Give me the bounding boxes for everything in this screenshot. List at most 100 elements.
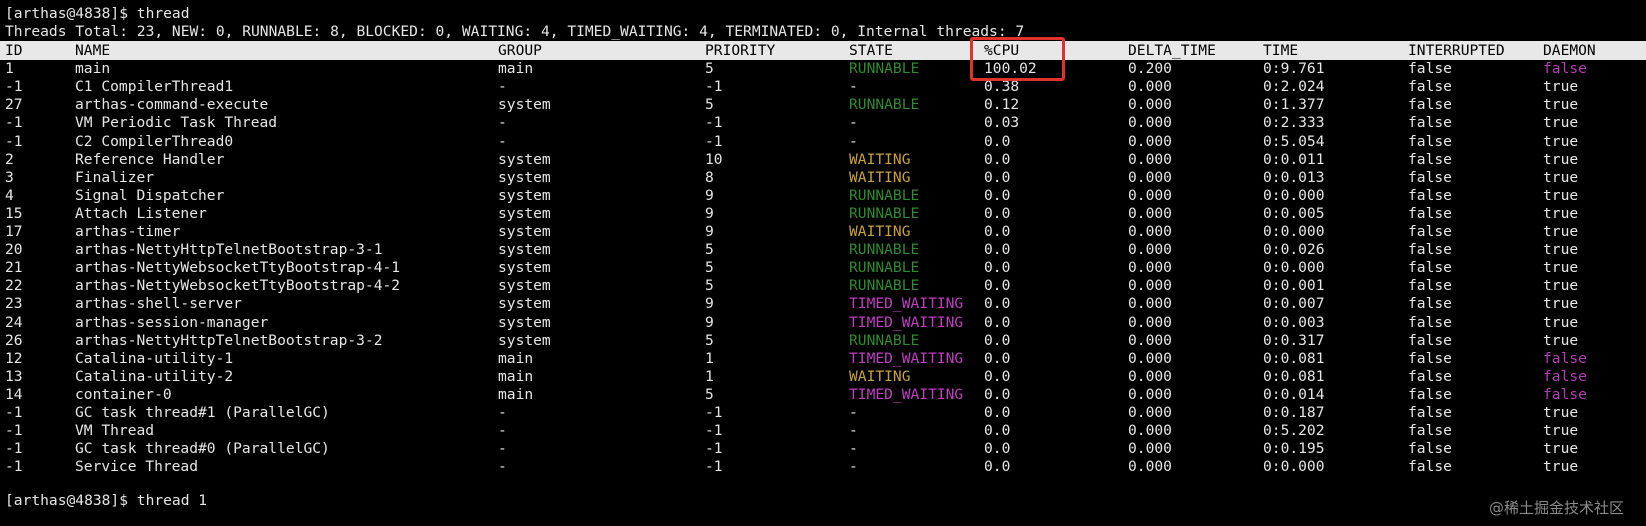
table-header-row: ID NAME GROUP PRIORITY STATE %CPU DELTA_TIME TI… bbox=[0, 41, 1646, 60]
table-row: -1 C2 CompilerThread0 - -1 - 0.0 0.000 0:5.054 f… bbox=[0, 132, 1646, 151]
cell-group: system bbox=[498, 259, 551, 277]
cell-name: VM Thread bbox=[75, 422, 155, 440]
cell-delta-time: 0.000 bbox=[1128, 132, 1172, 150]
cell-time: 0:0.000 bbox=[1263, 458, 1325, 476]
cell-cpu: 0.0 bbox=[984, 349, 1011, 367]
cell-group: system bbox=[498, 313, 551, 331]
cell-name: Service Thread bbox=[75, 458, 199, 476]
cell-cpu: 0.0 bbox=[984, 385, 1011, 403]
column-header-id: ID bbox=[5, 42, 23, 59]
cell-daemon: true bbox=[1543, 331, 1579, 349]
cell-interrupted: false bbox=[1408, 96, 1452, 114]
cell-group: system bbox=[498, 186, 551, 204]
cell-id: -1 bbox=[5, 404, 23, 421]
cell-name: Reference Handler bbox=[75, 150, 225, 168]
cell-time: 0:0.001 bbox=[1263, 277, 1325, 295]
cell-group: - bbox=[498, 440, 507, 458]
column-header-daemon: DAEMON bbox=[1543, 42, 1596, 59]
cell-id: 4 bbox=[5, 186, 14, 204]
cell-group: system bbox=[498, 96, 551, 114]
cell-name: main bbox=[75, 60, 111, 78]
cell-interrupted: false bbox=[1408, 277, 1452, 295]
cell-delta-time: 0.000 bbox=[1128, 458, 1172, 476]
table-row: -1 Service Thread - -1 - 0.0 0.000 0:0.000 false… bbox=[0, 457, 1646, 476]
cell-daemon: true bbox=[1543, 404, 1579, 421]
cell-priority: 5 bbox=[705, 331, 714, 349]
cell-name: Catalina-utility-1 bbox=[75, 349, 234, 367]
cell-priority: 10 bbox=[705, 150, 723, 168]
cell-cpu: 0.0 bbox=[984, 132, 1011, 150]
cell-cpu: 0.03 bbox=[984, 114, 1020, 132]
cell-daemon: true bbox=[1543, 223, 1579, 240]
cell-state: - bbox=[849, 132, 858, 150]
cell-priority: -1 bbox=[705, 114, 723, 132]
cell-cpu: 0.0 bbox=[984, 331, 1011, 349]
cell-daemon: true bbox=[1543, 114, 1579, 132]
cell-group: - bbox=[498, 78, 507, 96]
cell-priority: 5 bbox=[705, 277, 714, 295]
cell-interrupted: false bbox=[1408, 440, 1452, 458]
cell-daemon: false bbox=[1543, 349, 1587, 367]
cell-daemon: true bbox=[1543, 150, 1579, 168]
cell-interrupted: false bbox=[1408, 295, 1452, 313]
cell-interrupted: false bbox=[1408, 422, 1452, 440]
cell-id: -1 bbox=[5, 132, 23, 150]
table-row: 22 arthas-NettyWebsocketTtyBootstrap-4-2 s… bbox=[0, 276, 1646, 295]
cell-priority: 5 bbox=[705, 241, 714, 259]
cell-interrupted: false bbox=[1408, 367, 1452, 385]
cell-priority: 5 bbox=[705, 60, 714, 78]
table-row: 21 arthas-NettyWebsocketTtyBootstrap-4-1 s… bbox=[0, 258, 1646, 277]
cell-interrupted: false bbox=[1408, 313, 1452, 331]
cell-interrupted: false bbox=[1408, 150, 1452, 168]
cell-cpu: 0.12 bbox=[984, 96, 1020, 114]
column-header-state: STATE bbox=[849, 42, 893, 59]
cell-interrupted: false bbox=[1408, 132, 1452, 150]
cell-priority: 9 bbox=[705, 204, 714, 222]
cell-cpu: 0.0 bbox=[984, 259, 1011, 277]
cell-time: 0:0.195 bbox=[1263, 440, 1325, 458]
cell-id: 20 bbox=[5, 241, 23, 259]
cell-state: - bbox=[849, 78, 858, 96]
table-row: 20 arthas-NettyHttpTelnetBootstrap-3-1 sys… bbox=[0, 240, 1646, 259]
cell-priority: 1 bbox=[705, 367, 714, 385]
table-row: 4 Signal Dispatcher system 9 RUNNABLE 0.0 0.00… bbox=[0, 186, 1646, 205]
table-row: 14 container-0 main 5 TIMED_WAITING 0.0 0.000 0… bbox=[0, 385, 1646, 404]
cell-interrupted: false bbox=[1408, 458, 1452, 476]
cell-daemon: true bbox=[1543, 132, 1579, 150]
cell-id: 14 bbox=[5, 385, 23, 403]
column-header-priority: PRIORITY bbox=[705, 42, 776, 59]
cell-priority: -1 bbox=[705, 458, 723, 476]
cell-id: 3 bbox=[5, 168, 14, 186]
cell-priority: -1 bbox=[705, 422, 723, 440]
cell-time: 0:0.081 bbox=[1263, 349, 1325, 367]
cell-name: arthas-command-execute bbox=[75, 96, 269, 114]
cell-name: arthas-NettyHttpTelnetBootstrap-3-2 bbox=[75, 331, 383, 349]
cell-interrupted: false bbox=[1408, 114, 1452, 132]
cell-delta-time: 0.000 bbox=[1128, 440, 1172, 458]
cell-id: -1 bbox=[5, 114, 23, 132]
cell-interrupted: false bbox=[1408, 404, 1452, 421]
cell-group: main bbox=[498, 385, 534, 403]
cell-time: 0:0.000 bbox=[1263, 223, 1325, 240]
cell-name: VM Periodic Task Thread bbox=[75, 114, 278, 132]
cell-state: WAITING bbox=[849, 367, 911, 385]
cell-delta-time: 0.000 bbox=[1128, 277, 1172, 295]
cell-interrupted: false bbox=[1408, 78, 1452, 96]
table-row: -1 VM Thread - -1 - 0.0 0.000 0:5.202 false true bbox=[0, 421, 1646, 440]
cell-name: arthas-shell-server bbox=[75, 295, 242, 313]
cell-priority: -1 bbox=[705, 132, 723, 150]
cell-state: TIMED_WAITING bbox=[849, 295, 964, 313]
cell-daemon: false bbox=[1543, 385, 1587, 403]
cell-priority: 9 bbox=[705, 186, 714, 204]
cell-id: 23 bbox=[5, 295, 23, 313]
cell-name: arthas-NettyHttpTelnetBootstrap-3-1 bbox=[75, 241, 383, 259]
cell-cpu: 0.0 bbox=[984, 223, 1011, 240]
cell-daemon: true bbox=[1543, 295, 1579, 313]
cell-state: RUNNABLE bbox=[849, 186, 920, 204]
cell-name: container-0 bbox=[75, 385, 172, 403]
cell-delta-time: 0.000 bbox=[1128, 241, 1172, 259]
table-row: 23 arthas-shell-server system 9 TIMED_WAITIN… bbox=[0, 294, 1646, 313]
cell-priority: -1 bbox=[705, 440, 723, 458]
cell-delta-time: 0.000 bbox=[1128, 96, 1172, 114]
cell-daemon: true bbox=[1543, 313, 1579, 331]
